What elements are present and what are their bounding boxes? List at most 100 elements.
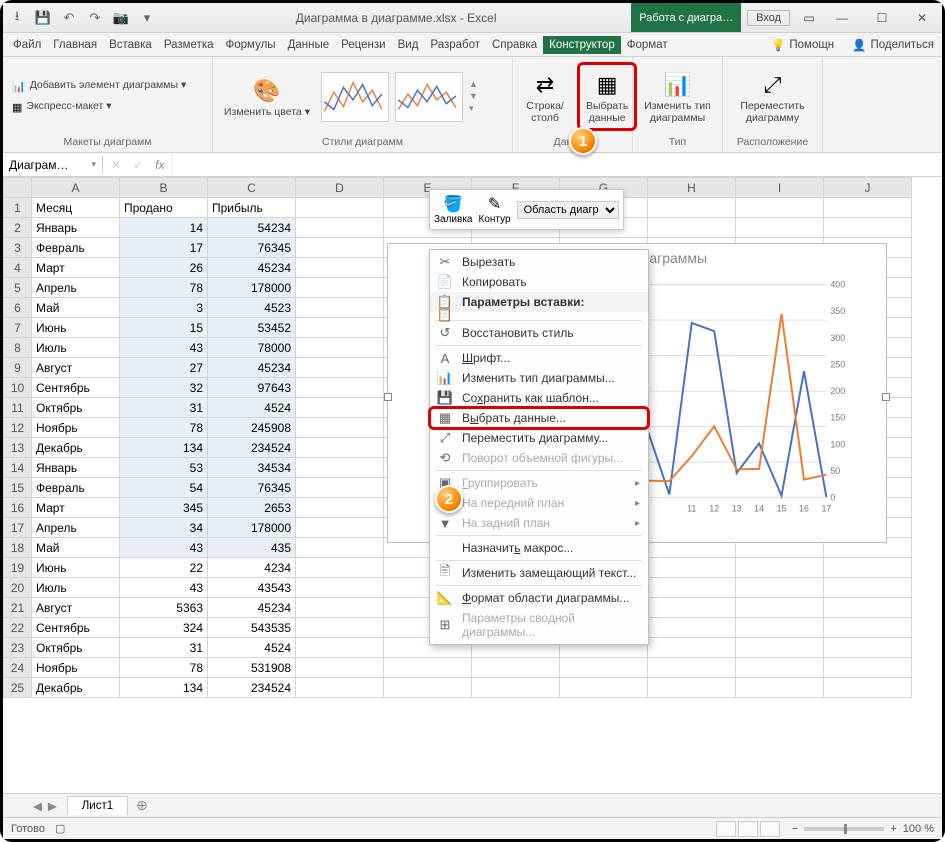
row-header-9[interactable]: 9: [4, 358, 32, 378]
cell-F25[interactable]: [472, 678, 560, 698]
cell-D6[interactable]: [296, 298, 384, 318]
row-header-16[interactable]: 16: [4, 498, 32, 518]
cell-A4[interactable]: Март: [32, 258, 120, 278]
sheet-nav-prev-icon[interactable]: ◀: [33, 799, 42, 813]
cell-B14[interactable]: 53: [120, 458, 208, 478]
cell-H19[interactable]: [648, 558, 736, 578]
style-down-icon[interactable]: ▼: [469, 91, 478, 101]
cell-B1[interactable]: Продано: [120, 198, 208, 218]
cell-C12[interactable]: 245908: [208, 418, 296, 438]
cell-C10[interactable]: 97643: [208, 378, 296, 398]
cell-C20[interactable]: 43543: [208, 578, 296, 598]
undo-icon[interactable]: ↶: [61, 10, 77, 26]
row-header-21[interactable]: 21: [4, 598, 32, 618]
cell-C18[interactable]: 435: [208, 538, 296, 558]
cell-H20[interactable]: [648, 578, 736, 598]
menu-format-chart-area[interactable]: 📐Формат области диаграммы...: [430, 588, 648, 608]
cell-A20[interactable]: Июль: [32, 578, 120, 598]
cell-D9[interactable]: [296, 358, 384, 378]
menu-alt-text[interactable]: 🖹Изменить замещающий текст...: [430, 563, 648, 583]
cell-B23[interactable]: 31: [120, 638, 208, 658]
login-button[interactable]: Вход: [747, 10, 790, 26]
cell-A14[interactable]: Январь: [32, 458, 120, 478]
cell-D16[interactable]: [296, 498, 384, 518]
cell-C13[interactable]: 234524: [208, 438, 296, 458]
cell-C3[interactable]: 76345: [208, 238, 296, 258]
cell-D7[interactable]: [296, 318, 384, 338]
cell-A10[interactable]: Сентябрь: [32, 378, 120, 398]
tellme-icon[interactable]: 💡: [771, 38, 785, 52]
zoom-level[interactable]: 100 %: [903, 823, 934, 835]
cell-D4[interactable]: [296, 258, 384, 278]
cell-A5[interactable]: Апрель: [32, 278, 120, 298]
camera-icon[interactable]: 📷: [113, 10, 129, 26]
cell-A13[interactable]: Декабрь: [32, 438, 120, 458]
cell-D13[interactable]: [296, 438, 384, 458]
cell-H22[interactable]: [648, 618, 736, 638]
row-header-25[interactable]: 25: [4, 678, 32, 698]
cell-I19[interactable]: [736, 558, 824, 578]
tab-formulas[interactable]: Формулы: [220, 36, 282, 54]
row-header-3[interactable]: 3: [4, 238, 32, 258]
cell-A23[interactable]: Октябрь: [32, 638, 120, 658]
row-header-11[interactable]: 11: [4, 398, 32, 418]
cell-J25[interactable]: [824, 678, 912, 698]
tab-data[interactable]: Данные: [282, 36, 336, 54]
row-header-15[interactable]: 15: [4, 478, 32, 498]
row-header-19[interactable]: 19: [4, 558, 32, 578]
cell-A6[interactable]: Май: [32, 298, 120, 318]
cell-D1[interactable]: [296, 198, 384, 218]
cell-C4[interactable]: 45234: [208, 258, 296, 278]
cell-A7[interactable]: Июнь: [32, 318, 120, 338]
cell-A21[interactable]: Август: [32, 598, 120, 618]
cell-D25[interactable]: [296, 678, 384, 698]
row-header-1[interactable]: 1: [4, 198, 32, 218]
tab-file[interactable]: Файл: [7, 36, 47, 54]
tellme-label[interactable]: Помощн: [789, 39, 834, 51]
menu-font[interactable]: AШрифт...: [430, 348, 648, 368]
cell-H24[interactable]: [648, 658, 736, 678]
cell-I1[interactable]: [736, 198, 824, 218]
zoom-control[interactable]: − + 100 %: [792, 823, 934, 835]
col-header-D[interactable]: D: [296, 178, 384, 198]
sheet-nav-next-icon[interactable]: ▶: [48, 799, 57, 813]
tab-help[interactable]: Справка: [486, 36, 543, 54]
share-icon[interactable]: 👤: [852, 38, 866, 52]
col-header-I[interactable]: I: [736, 178, 824, 198]
style-up-icon[interactable]: ▲: [469, 79, 478, 89]
macro-record-icon[interactable]: ▢: [55, 822, 65, 835]
row-header-22[interactable]: 22: [4, 618, 32, 638]
outline-button[interactable]: ✎ Контур: [479, 194, 511, 225]
cell-D21[interactable]: [296, 598, 384, 618]
cell-D3[interactable]: [296, 238, 384, 258]
zoom-in-icon[interactable]: +: [890, 823, 896, 835]
row-header-24[interactable]: 24: [4, 658, 32, 678]
row-header-6[interactable]: 6: [4, 298, 32, 318]
row-header-10[interactable]: 10: [4, 378, 32, 398]
cell-D5[interactable]: [296, 278, 384, 298]
cell-D12[interactable]: [296, 418, 384, 438]
cell-C22[interactable]: 543535: [208, 618, 296, 638]
chart-style-2[interactable]: [395, 72, 463, 122]
cell-B5[interactable]: 78: [120, 278, 208, 298]
cell-A15[interactable]: Февраль: [32, 478, 120, 498]
minimize-button[interactable]: —: [822, 3, 862, 33]
cell-C1[interactable]: Прибыль: [208, 198, 296, 218]
name-box[interactable]: Диаграм…▾: [3, 156, 103, 174]
menu-reset-style[interactable]: ↺Восстановить стиль: [430, 323, 648, 343]
cell-A9[interactable]: Август: [32, 358, 120, 378]
col-header-A[interactable]: A: [32, 178, 120, 198]
cell-B25[interactable]: 134: [120, 678, 208, 698]
cell-A3[interactable]: Февраль: [32, 238, 120, 258]
qat-more-icon[interactable]: ▾: [139, 10, 155, 26]
cell-E24[interactable]: [384, 658, 472, 678]
cell-E25[interactable]: [384, 678, 472, 698]
cell-I23[interactable]: [736, 638, 824, 658]
cell-B7[interactable]: 15: [120, 318, 208, 338]
cell-B6[interactable]: 3: [120, 298, 208, 318]
row-header-2[interactable]: 2: [4, 218, 32, 238]
cell-H23[interactable]: [648, 638, 736, 658]
cell-C16[interactable]: 2653: [208, 498, 296, 518]
fx-label[interactable]: fx: [147, 158, 172, 172]
col-header-B[interactable]: B: [120, 178, 208, 198]
